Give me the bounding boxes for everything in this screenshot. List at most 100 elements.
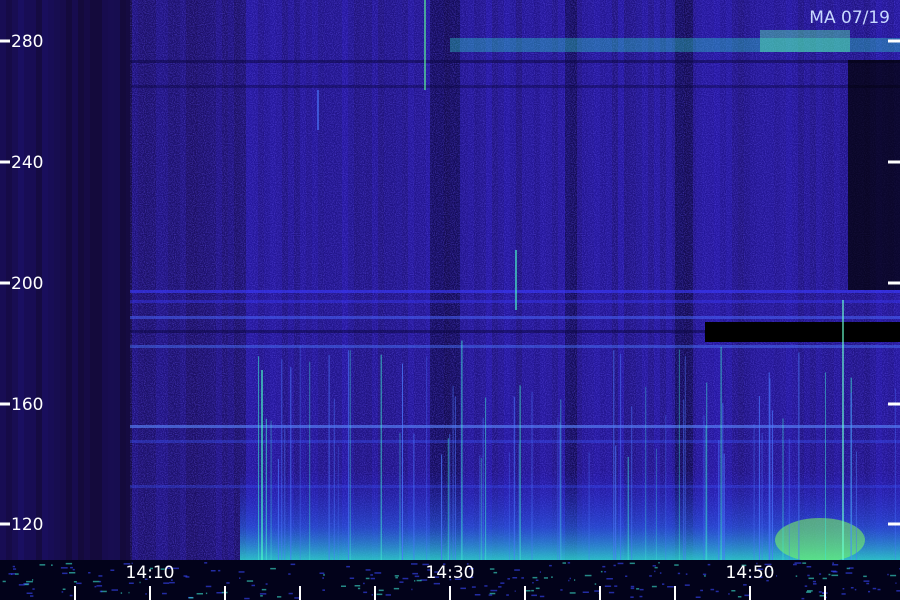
noise-dot (525, 590, 531, 592)
corner-date-label: MA 07/19 (809, 8, 890, 28)
noise-dot (710, 588, 715, 591)
noise-dot (659, 572, 662, 574)
noise-dot (737, 596, 742, 598)
intensity-column (108, 0, 114, 560)
noise-dot (374, 572, 382, 574)
noise-dot (416, 579, 422, 582)
noise-dot (549, 564, 552, 567)
noise-dot (806, 566, 812, 568)
noise-dot (322, 589, 325, 591)
noise-dot (277, 596, 282, 598)
right-dark-edge (848, 60, 900, 290)
noise-dot (120, 592, 123, 594)
noise-dot (62, 588, 66, 590)
spectrogram-chart: 280 240 200 160 120 14:10 14:30 14:50 MA… (0, 0, 900, 600)
band-line (130, 300, 900, 303)
noise-dot (2, 580, 6, 583)
noise-dot (535, 587, 540, 590)
band-line (130, 60, 900, 63)
noise-dot (604, 571, 607, 573)
noise-dot (731, 590, 736, 592)
noise-dot (323, 574, 325, 576)
noise-dot (863, 580, 870, 582)
noise-dot (617, 562, 624, 565)
x-tick-label: 14:50 (726, 563, 775, 583)
intensity-column (120, 0, 126, 560)
noise-dot (567, 562, 571, 564)
noise-dot (636, 588, 640, 590)
dropout-strip (705, 322, 900, 342)
noise-dot (594, 590, 600, 592)
noise-dot (363, 582, 365, 585)
noise-dot (813, 583, 817, 585)
noise-dot (802, 562, 807, 564)
noise-dot (828, 573, 831, 576)
band-line (130, 425, 900, 428)
noise-dot (819, 573, 822, 575)
y-tick-label: 120 (11, 515, 43, 535)
noise-dot (489, 592, 496, 595)
noise-dot (630, 587, 635, 590)
noise-dot (471, 586, 476, 588)
noise-dot (866, 582, 870, 585)
noise-dot (26, 580, 33, 583)
noise-dot (39, 564, 46, 566)
noise-dot (357, 587, 361, 590)
noise-dot (246, 580, 254, 582)
noise-dot (498, 586, 502, 588)
noise-dot (393, 587, 400, 590)
noise-dot (649, 575, 652, 577)
noise-dot (582, 591, 589, 593)
noise-dot (110, 569, 115, 571)
noise-dot (61, 591, 64, 593)
noise-dot (654, 570, 656, 573)
noise-dot (265, 583, 268, 585)
noise-dot (51, 564, 53, 566)
noise-dot (685, 573, 688, 575)
noise-dot (488, 594, 493, 596)
noise-dot (288, 573, 291, 575)
noise-dot (226, 582, 230, 584)
noise-dot (539, 595, 545, 598)
intensity-column (60, 0, 66, 560)
noise-dot (218, 569, 221, 572)
noise-dot (371, 594, 373, 596)
noise-dot (804, 585, 808, 587)
noise-dot (30, 595, 34, 597)
noise-dot (568, 579, 570, 582)
noise-dot (370, 574, 373, 576)
noise-dot (845, 572, 853, 574)
noise-dot (69, 572, 76, 574)
noise-dot (205, 585, 212, 588)
noise-dot (65, 562, 73, 565)
x-tick-label: 14:10 (126, 563, 175, 583)
noise-dot (832, 564, 839, 566)
noise-dot (535, 579, 539, 581)
noise-dot (270, 567, 276, 570)
noise-dot (667, 586, 674, 588)
noise-dot (602, 565, 606, 568)
noise-dot (399, 581, 404, 583)
noise-dot (514, 590, 516, 592)
intensity-column (90, 0, 96, 560)
noise-dot (490, 589, 498, 592)
noise-dot (794, 562, 802, 564)
noise-dot (12, 565, 15, 568)
noise-dot (704, 575, 706, 577)
noise-dot (394, 575, 399, 577)
noise-dot (806, 591, 812, 593)
noise-dot (674, 564, 679, 566)
intensity-column (102, 0, 108, 560)
noise-dot (414, 575, 420, 578)
noise-dot (625, 575, 628, 577)
noise-dot (365, 569, 371, 571)
noise-dot (188, 597, 194, 599)
noise-dot (18, 584, 25, 586)
noise-dot (652, 565, 656, 567)
noise-dot (376, 593, 383, 596)
noise-dot (539, 571, 541, 573)
noise-dot (677, 572, 681, 575)
noise-dot (890, 574, 897, 577)
noise-dot (506, 594, 509, 596)
noise-dot (216, 592, 223, 594)
